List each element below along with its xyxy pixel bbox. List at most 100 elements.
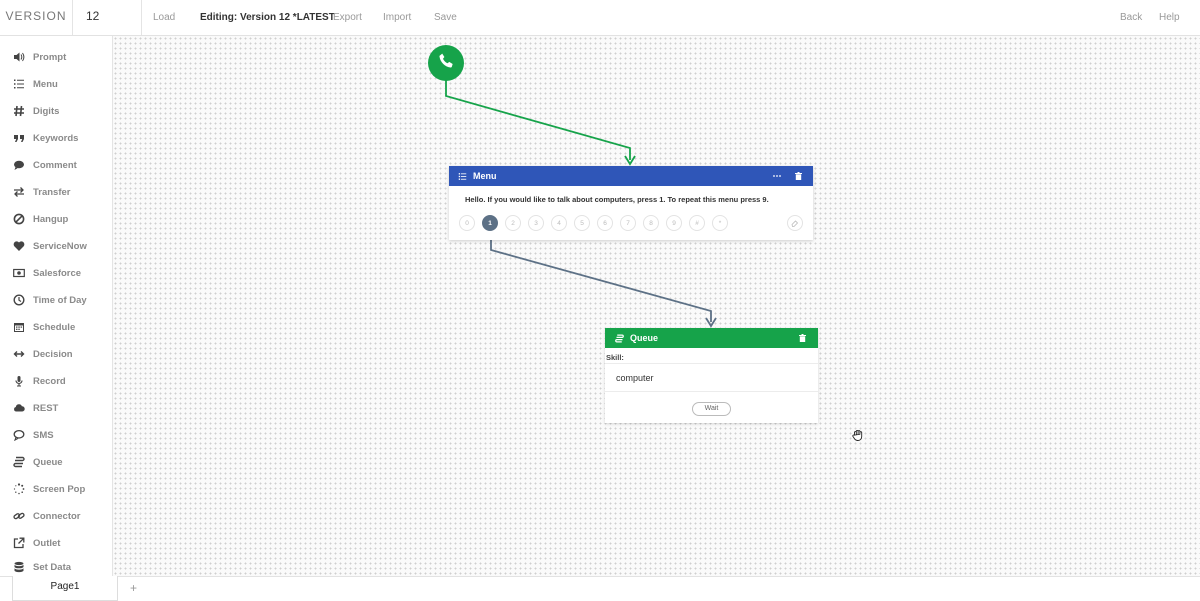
menu-node[interactable]: Menu Hello. If you would like to talk ab…	[449, 166, 813, 240]
sidebar-item-label: Connector	[33, 510, 81, 522]
sidebar-item-label: Comment	[33, 159, 77, 171]
list-icon	[12, 77, 26, 91]
sidebar-item-schedule[interactable]: Schedule	[0, 315, 112, 339]
save-button[interactable]: Save	[434, 0, 457, 35]
menu-key-star[interactable]: *	[712, 215, 728, 231]
eraser-icon	[791, 219, 799, 227]
sidebar-item-label: Record	[33, 375, 66, 387]
money-icon	[12, 266, 26, 280]
phone-icon	[438, 52, 455, 74]
node-palette-sidebar: Prompt Menu Digits Keywords Comment Tran…	[0, 36, 113, 576]
queue-node-title: Queue	[630, 333, 659, 343]
sidebar-item-label: Set Data	[33, 561, 72, 573]
back-button[interactable]: Back	[1120, 0, 1142, 35]
sidebar-item-digits[interactable]: Digits	[0, 99, 112, 123]
sidebar-item-label: Hangup	[33, 213, 69, 225]
heart-icon	[12, 239, 26, 253]
load-button[interactable]: Load	[153, 0, 175, 35]
flow-canvas[interactable]	[113, 36, 1200, 576]
sidebar-item-comment[interactable]: Comment	[0, 153, 112, 177]
sidebar-item-screen-pop[interactable]: Screen Pop	[0, 477, 112, 501]
hash-icon	[12, 104, 26, 118]
sidebar-item-label: Salesforce	[33, 267, 82, 279]
sidebar-item-label: Transfer	[33, 186, 71, 198]
sidebar-item-transfer[interactable]: Transfer	[0, 180, 112, 204]
sidebar-item-sms[interactable]: SMS	[0, 423, 112, 447]
sidebar-item-label: ServiceNow	[33, 240, 87, 252]
trash-icon[interactable]	[799, 328, 806, 348]
queue-node[interactable]: Queue Skill: computer Wait	[605, 328, 818, 423]
menu-key-6[interactable]: 6	[597, 215, 613, 231]
sidebar-item-label: Queue	[33, 456, 63, 468]
page-tab-page1[interactable]: Page1	[12, 576, 118, 601]
cloud-icon	[12, 401, 26, 415]
version-label: VERSION	[0, 0, 73, 35]
speaker-icon	[12, 50, 26, 64]
menu-key-4[interactable]: 4	[551, 215, 567, 231]
comment-icon	[12, 158, 26, 172]
menu-key-9[interactable]: 9	[666, 215, 682, 231]
microphone-icon	[12, 374, 26, 388]
export-button[interactable]: Export	[333, 0, 362, 35]
sidebar-item-outlet[interactable]: Outlet	[0, 531, 112, 555]
sidebar-item-label: Digits	[33, 105, 60, 117]
sidebar-item-label: Prompt	[33, 51, 67, 63]
sidebar-item-hangup[interactable]: Hangup	[0, 207, 112, 231]
sidebar-item-rest[interactable]: REST	[0, 396, 112, 420]
clock-icon	[12, 293, 26, 307]
no-input-toggle[interactable]	[787, 215, 803, 231]
menu-key-5[interactable]: 5	[574, 215, 590, 231]
sidebar-item-menu[interactable]: Menu	[0, 72, 112, 96]
queue-icon	[12, 455, 26, 469]
sidebar-item-label: Outlet	[33, 537, 61, 549]
menu-key-1[interactable]: 1	[482, 215, 498, 231]
sidebar-item-salesforce[interactable]: Salesforce	[0, 261, 112, 285]
add-page-button[interactable]: +	[130, 577, 137, 600]
speech-bubble-icon	[12, 428, 26, 442]
sidebar-item-label: REST	[33, 402, 59, 414]
external-link-icon	[12, 536, 26, 550]
queue-node-header[interactable]: Queue	[605, 328, 818, 348]
version-number[interactable]: 12	[73, 0, 142, 35]
menu-node-header[interactable]: Menu	[449, 166, 813, 186]
wait-button[interactable]: Wait	[692, 402, 731, 416]
sidebar-item-keywords[interactable]: Keywords	[0, 126, 112, 150]
ban-icon	[12, 212, 26, 226]
editing-status: Editing: Version 12 *LATEST	[200, 12, 335, 23]
transfer-icon	[12, 185, 26, 199]
page-tabs-bar: Page1 +	[0, 576, 1200, 601]
menu-keypad: 0 1 2 3 4 5 6 7 8 9 # *	[459, 215, 735, 231]
menu-prompt-text[interactable]: Hello. If you would like to talk about c…	[465, 195, 769, 204]
skill-field[interactable]: computer	[605, 363, 818, 392]
quote-icon	[12, 131, 26, 145]
import-button[interactable]: Import	[383, 0, 411, 35]
queue-icon	[615, 334, 624, 343]
calendar-icon	[12, 320, 26, 334]
list-icon	[458, 172, 467, 181]
database-icon	[12, 560, 26, 574]
sidebar-item-connector[interactable]: Connector	[0, 504, 112, 528]
menu-key-hash[interactable]: #	[689, 215, 705, 231]
more-options-icon[interactable]	[773, 166, 781, 186]
menu-key-8[interactable]: 8	[643, 215, 659, 231]
top-toolbar: VERSION 12 Load Editing: Version 12 *LAT…	[0, 0, 1200, 36]
sidebar-item-decision[interactable]: Decision	[0, 342, 112, 366]
menu-key-3[interactable]: 3	[528, 215, 544, 231]
skill-label: Skill:	[606, 353, 624, 362]
sidebar-item-prompt[interactable]: Prompt	[0, 45, 112, 69]
help-button[interactable]: Help	[1159, 0, 1180, 35]
sidebar-item-record[interactable]: Record	[0, 369, 112, 393]
trash-icon[interactable]	[795, 166, 802, 186]
menu-key-7[interactable]: 7	[620, 215, 636, 231]
menu-key-2[interactable]: 2	[505, 215, 521, 231]
sidebar-item-queue[interactable]: Queue	[0, 450, 112, 474]
sidebar-item-time-of-day[interactable]: Time of Day	[0, 288, 112, 312]
sidebar-item-label: Time of Day	[33, 294, 87, 306]
grab-hand-cursor-icon	[851, 428, 865, 442]
sidebar-item-label: Schedule	[33, 321, 76, 333]
spinner-icon	[12, 482, 26, 496]
link-icon	[12, 509, 26, 523]
start-call-node[interactable]	[428, 45, 464, 81]
sidebar-item-servicenow[interactable]: ServiceNow	[0, 234, 112, 258]
menu-key-0[interactable]: 0	[459, 215, 475, 231]
